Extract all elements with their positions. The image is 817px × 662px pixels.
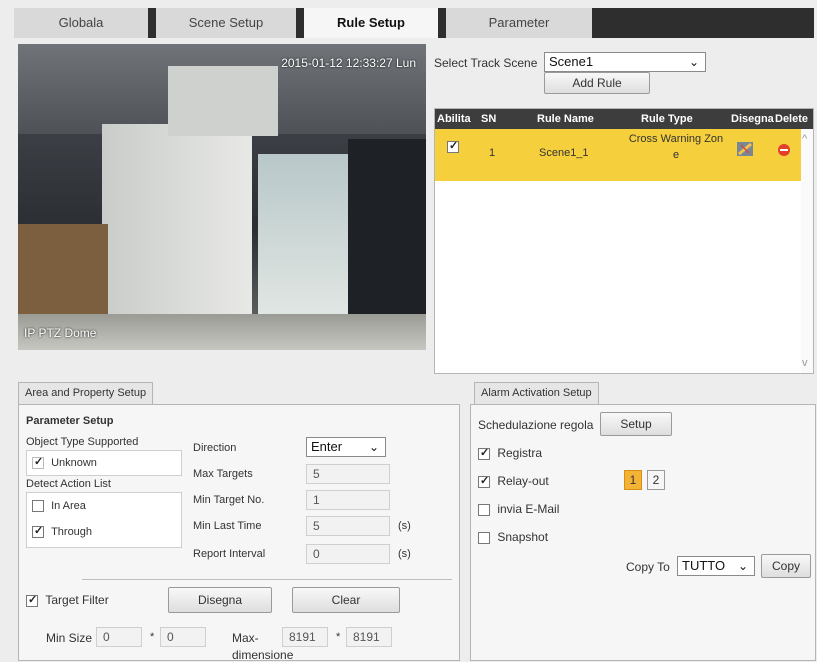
delete-icon[interactable] (777, 143, 791, 160)
relay-1-button[interactable]: 1 (624, 470, 642, 490)
schedule-label: Schedulazione regola (478, 418, 594, 432)
area-setup-tab[interactable]: Area and Property Setup (18, 382, 154, 404)
video-camera-name: IP PTZ Dome (24, 326, 97, 340)
scroll-down-icon[interactable]: v (802, 357, 808, 369)
rule-enable-checkbox[interactable] (447, 139, 459, 154)
header-delete: Delete (775, 113, 809, 125)
report-interval-field[interactable]: 0 (306, 544, 390, 564)
email-checkbox[interactable] (478, 503, 490, 516)
alarm-setup-tab[interactable]: Alarm Activation Setup (474, 382, 599, 404)
target-filter-checkbox[interactable] (26, 593, 38, 607)
registra-checkbox[interactable] (478, 446, 490, 460)
email-label: invia E-Mail (497, 502, 560, 516)
clear-button[interactable]: Clear (292, 587, 400, 613)
rule-type-line1: Cross Warning Zon (628, 133, 724, 145)
video-preview[interactable]: 2015-01-12 12:33:27 Lun IP PTZ Dome (18, 44, 426, 350)
rule-name: Scene1_1 (539, 147, 589, 159)
header-abilita: Abilita (437, 113, 471, 125)
min-last-unit: (s) (398, 520, 411, 532)
pencil-icon[interactable] (735, 139, 757, 162)
in-area-checkbox[interactable] (32, 500, 44, 513)
object-type-label: Object Type Supported (26, 436, 139, 448)
max-size-label-2: dimensione (232, 648, 294, 662)
max-size-label: Max- (232, 631, 259, 645)
scroll-up-icon[interactable]: ^ (802, 133, 807, 145)
video-scene-wall (102, 124, 252, 334)
video-scene-printer (168, 66, 278, 136)
copy-to-value: TUTTO (682, 558, 726, 573)
min-size-width-field[interactable]: 0 (96, 627, 142, 647)
snapshot-checkbox[interactable] (478, 531, 490, 544)
tab-rule-setup[interactable]: Rule Setup (304, 8, 438, 38)
report-interval-unit: (s) (398, 548, 411, 560)
chevron-down-icon: ⌄ (688, 55, 699, 69)
rule-table: Abilita SN Rule Name Rule Type Disegna D… (434, 108, 814, 374)
max-targets-label: Max Targets (193, 468, 253, 480)
video-timestamp: 2015-01-12 12:33:27 Lun (281, 56, 416, 70)
table-row[interactable]: 1 Scene1_1 Cross Warning Zon e (435, 129, 801, 181)
tab-scene-setup[interactable]: Scene Setup (156, 8, 296, 38)
min-target-field[interactable]: 1 (306, 490, 390, 510)
min-size-height-field[interactable]: 0 (160, 627, 206, 647)
add-rule-button[interactable]: Add Rule (544, 72, 650, 94)
rule-type-line2: e (672, 149, 680, 161)
copy-to-select[interactable]: TUTTO ⌄ (677, 556, 755, 576)
copy-button[interactable]: Copy (761, 554, 811, 578)
direction-value: Enter (311, 439, 343, 454)
disegna-button[interactable]: Disegna (168, 587, 272, 613)
track-scene-select[interactable]: Scene1 ⌄ (544, 52, 706, 72)
through-label: Through (51, 526, 93, 538)
rule-table-header: Abilita SN Rule Name Rule Type Disegna D… (435, 109, 813, 129)
min-last-time-field[interactable]: 5 (306, 516, 390, 536)
direction-select[interactable]: Enter ⌄ (306, 437, 386, 457)
chevron-down-icon: ⌄ (368, 440, 379, 454)
header-disegna: Disegna (731, 113, 774, 125)
max-size-width-field[interactable]: 8191 (282, 627, 328, 647)
snapshot-label: Snapshot (497, 530, 549, 544)
unknown-checkbox[interactable] (32, 455, 44, 470)
in-area-label: In Area (51, 500, 86, 512)
parameter-setup-title: Parameter Setup (26, 415, 114, 427)
video-scene-shelf (348, 139, 426, 339)
select-track-scene-label: Select Track Scene (434, 56, 538, 70)
relay-out-checkbox[interactable] (478, 474, 490, 488)
detect-action-label: Detect Action List (26, 478, 111, 490)
rule-table-scrollbar[interactable]: ^ v (801, 129, 813, 373)
relay-2-button[interactable]: 2 (647, 470, 665, 490)
target-filter-label: Target Filter (45, 593, 109, 607)
header-rule-type: Rule Type (641, 113, 693, 125)
tab-globala[interactable]: Globala (14, 8, 148, 38)
max-size-times: * (336, 631, 341, 643)
setup-button[interactable]: Setup (600, 412, 672, 436)
max-targets-field[interactable]: 5 (306, 464, 390, 484)
min-last-time-label: Min Last Time (193, 520, 262, 532)
through-checkbox[interactable] (32, 524, 44, 539)
video-scene-window (258, 154, 348, 324)
max-size-height-field[interactable]: 8191 (346, 627, 392, 647)
registra-label: Registra (497, 446, 543, 460)
direction-label: Direction (193, 442, 237, 454)
min-size-times: * (150, 631, 155, 643)
rule-sn: 1 (489, 147, 496, 159)
min-size-label: Min Size (46, 631, 93, 645)
relay-out-label: Relay-out (497, 474, 549, 488)
min-target-label: Min Target No. (193, 494, 265, 506)
report-interval-label: Report Interval (193, 548, 266, 560)
chevron-down-icon: ⌄ (737, 559, 748, 573)
tab-parameter[interactable]: Parameter (446, 8, 592, 38)
unknown-label: Unknown (51, 457, 97, 469)
header-sn: SN (481, 113, 497, 125)
copy-to-label: Copy To (626, 560, 670, 574)
track-scene-value: Scene1 (549, 54, 594, 69)
divider (82, 579, 452, 580)
header-rule-name: Rule Name (537, 113, 594, 125)
